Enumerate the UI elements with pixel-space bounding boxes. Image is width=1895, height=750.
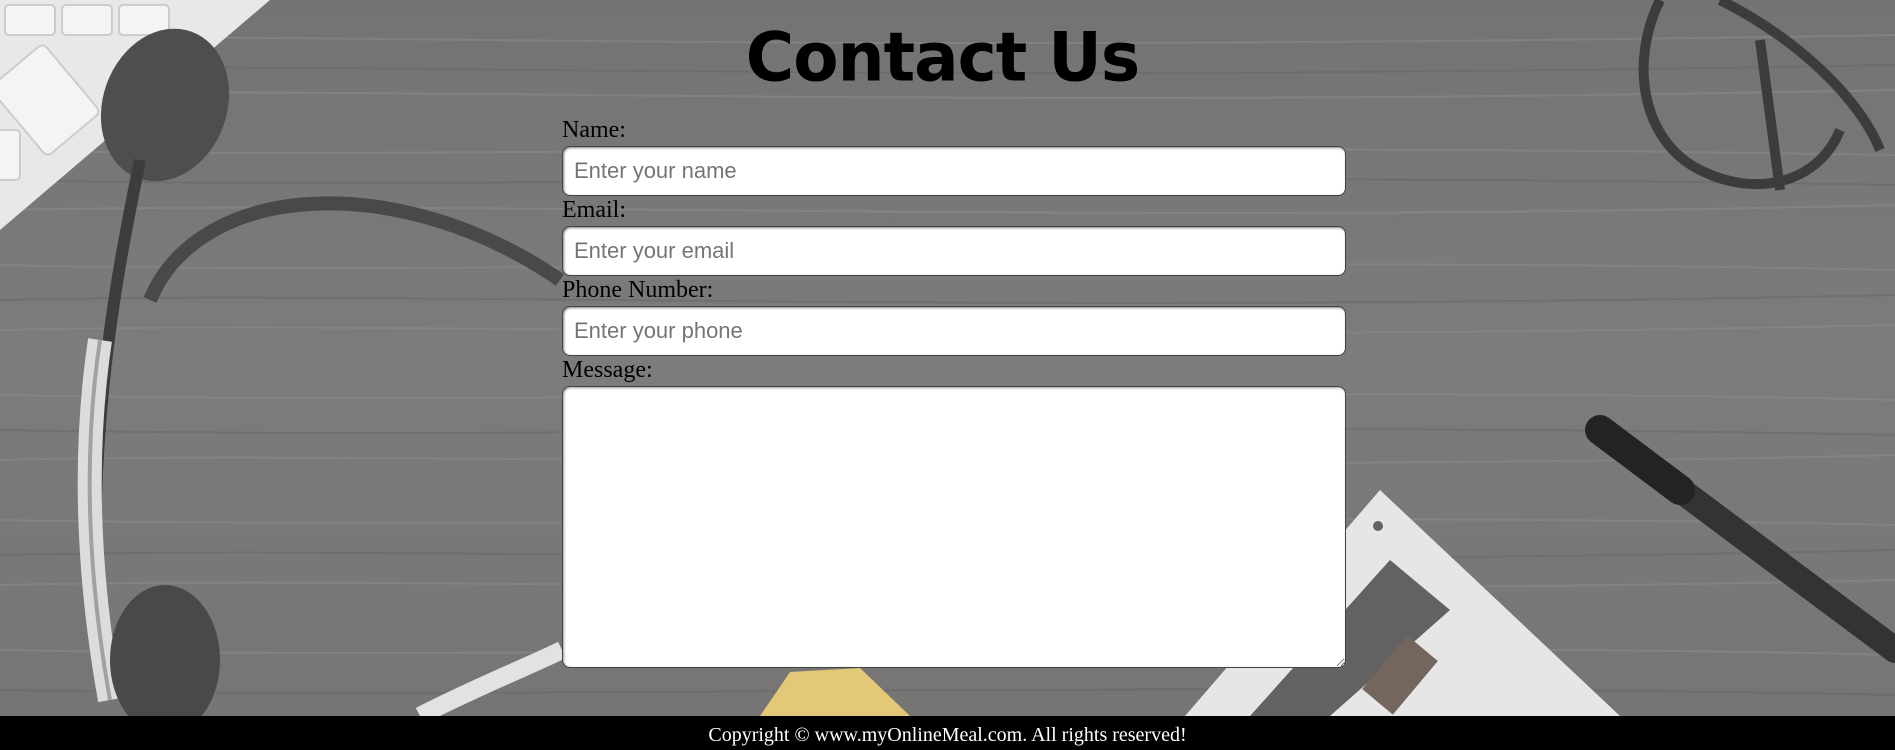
name-input[interactable] — [562, 146, 1346, 196]
message-label: Message: — [562, 357, 653, 383]
page-title: Contact Us — [745, 18, 1140, 97]
email-label: Email: — [562, 197, 626, 223]
message-textarea[interactable] — [562, 386, 1346, 668]
contact-form: Name: Email: Phone Number: Message: — [562, 116, 1346, 668]
name-label: Name: — [562, 117, 626, 143]
phone-input[interactable] — [562, 306, 1346, 356]
phone-label: Phone Number: — [562, 277, 714, 303]
footer-copyright: Copyright © www.myOnlineMeal.com. All ri… — [708, 724, 1187, 746]
footer: Copyright © www.myOnlineMeal.com. All ri… — [0, 716, 1895, 750]
email-input[interactable] — [562, 226, 1346, 276]
